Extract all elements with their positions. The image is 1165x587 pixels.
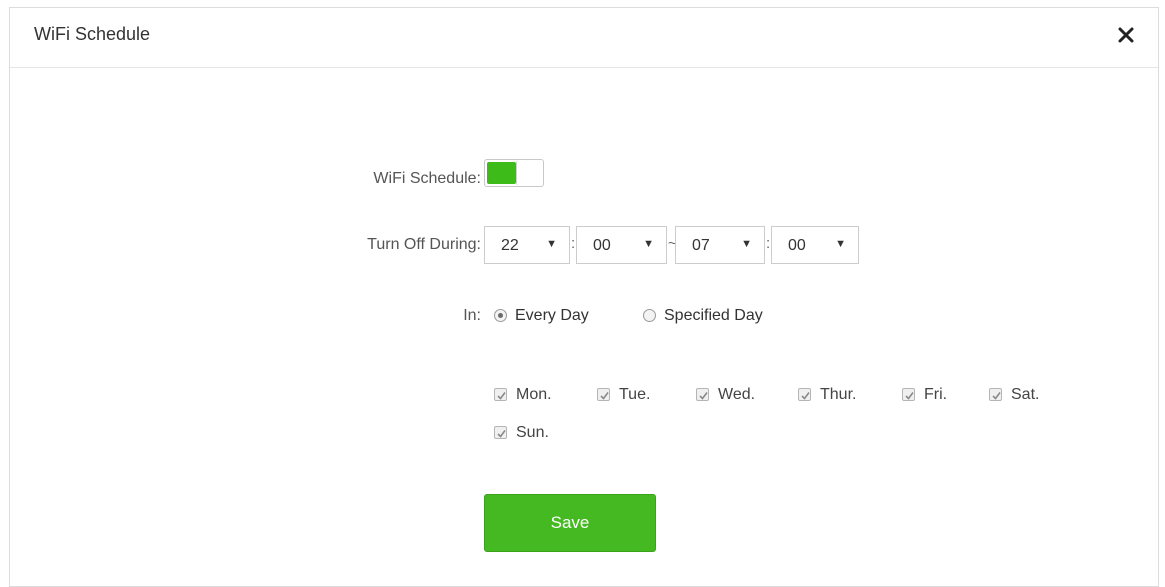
checkbox-checked-icon bbox=[696, 388, 709, 401]
start-hour-select[interactable]: 22 ▼ bbox=[484, 226, 570, 264]
radio-specified-day[interactable]: Specified Day bbox=[643, 306, 793, 328]
checkbox-checked-icon bbox=[494, 426, 507, 439]
checkbox-checked-icon bbox=[902, 388, 915, 401]
close-button[interactable] bbox=[1116, 22, 1138, 48]
turn-off-label: Turn Off During: bbox=[367, 236, 481, 253]
day-label: Sat. bbox=[1011, 386, 1040, 403]
checkbox-sun[interactable]: Sun. bbox=[494, 423, 574, 445]
dropdown-arrow-icon: ▼ bbox=[643, 238, 654, 250]
dialog-title: WiFi Schedule bbox=[34, 24, 151, 44]
dropdown-arrow-icon: ▼ bbox=[546, 238, 557, 250]
time-colon: : bbox=[766, 235, 771, 252]
radio-every-day-label: Every Day bbox=[515, 307, 589, 324]
dropdown-arrow-icon: ▼ bbox=[741, 238, 752, 250]
save-button[interactable]: Save bbox=[484, 494, 656, 552]
checkbox-sat[interactable]: Sat. bbox=[989, 385, 1059, 407]
day-label: Sun. bbox=[516, 424, 549, 441]
toggle-knob bbox=[516, 161, 542, 185]
checkbox-checked-icon bbox=[597, 388, 610, 401]
radio-button bbox=[494, 309, 507, 322]
dropdown-arrow-icon: ▼ bbox=[835, 238, 846, 250]
end-minute-select[interactable]: 00 ▼ bbox=[771, 226, 859, 264]
checkbox-fri[interactable]: Fri. bbox=[902, 385, 972, 407]
checkbox-thur[interactable]: Thur. bbox=[798, 385, 878, 407]
day-label: Mon. bbox=[516, 386, 552, 403]
checkbox-checked-icon bbox=[494, 388, 507, 401]
end-minute-value: 00 bbox=[788, 237, 806, 254]
in-label: In: bbox=[463, 307, 481, 324]
start-minute-value: 00 bbox=[593, 237, 611, 254]
checkbox-wed[interactable]: Wed. bbox=[696, 385, 776, 407]
wifi-schedule-label: WiFi Schedule: bbox=[373, 170, 481, 187]
radio-specified-day-label: Specified Day bbox=[664, 307, 763, 324]
checkbox-mon[interactable]: Mon. bbox=[494, 385, 574, 407]
radio-selected-dot bbox=[498, 313, 503, 318]
time-colon: : bbox=[571, 235, 576, 252]
day-label: Fri. bbox=[924, 386, 948, 403]
wifi-schedule-toggle[interactable] bbox=[484, 159, 544, 187]
day-label: Tue. bbox=[619, 386, 651, 403]
close-icon bbox=[1118, 27, 1134, 43]
radio-every-day[interactable]: Every Day bbox=[494, 306, 614, 328]
start-hour-value: 22 bbox=[501, 237, 519, 254]
day-label: Wed. bbox=[718, 386, 756, 403]
day-label: Thur. bbox=[820, 386, 857, 403]
end-hour-select[interactable]: 07 ▼ bbox=[675, 226, 765, 264]
radio-button bbox=[643, 309, 656, 322]
end-hour-value: 07 bbox=[692, 237, 710, 254]
checkbox-checked-icon bbox=[989, 388, 1002, 401]
checkbox-tue[interactable]: Tue. bbox=[597, 385, 677, 407]
start-minute-select[interactable]: 00 ▼ bbox=[576, 226, 667, 264]
toggle-on-fill bbox=[487, 162, 516, 184]
checkbox-checked-icon bbox=[798, 388, 811, 401]
dialog-header: WiFi Schedule bbox=[10, 8, 1158, 68]
